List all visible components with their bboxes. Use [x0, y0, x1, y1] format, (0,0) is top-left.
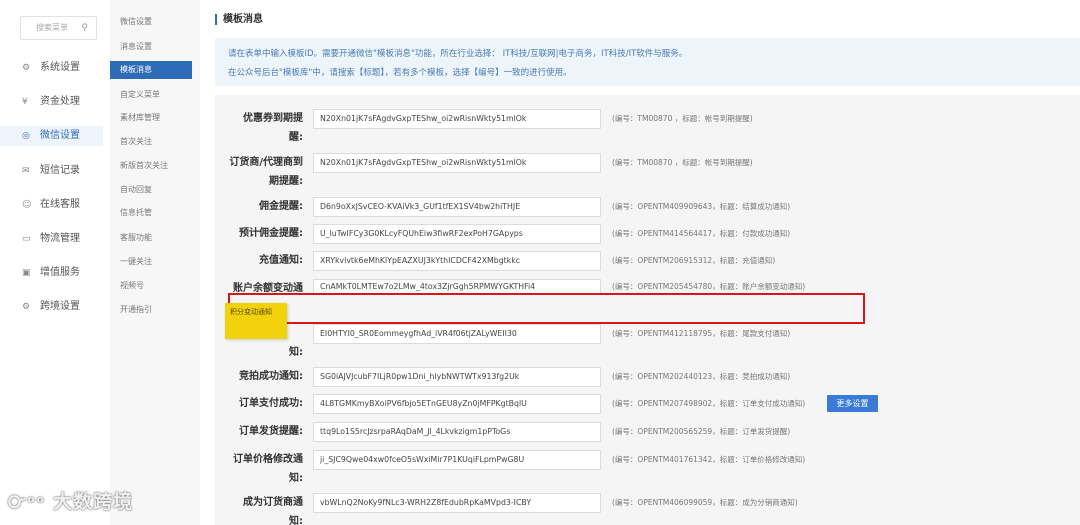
- sidebar-item-value-added[interactable]: ▣ 增值服务: [0, 263, 103, 283]
- sidebar-item-label: 增值服务: [40, 267, 80, 278]
- subnav-item[interactable]: 消息设置: [110, 38, 192, 56]
- search-icon: ⚲: [81, 23, 88, 33]
- template-id-input[interactable]: ttq9Lo1S5rcJzsrpaRAqDaM_Jl_4Lkvkzigm1pPT…: [313, 422, 601, 442]
- subnav-item[interactable]: 自定义菜单: [110, 86, 192, 104]
- field-label: 预计佣金提醒:: [239, 228, 303, 239]
- subnav-item[interactable]: 微信设置: [110, 13, 192, 31]
- field-label: 佣金提醒:: [259, 201, 303, 212]
- field-label: 优惠券到期提 醒:: [243, 113, 303, 143]
- sidebar-item-logistics[interactable]: ▭ 物流管理: [0, 229, 103, 249]
- sidebar-item-label: 资金处理: [40, 96, 80, 107]
- gear-icon: ⚙: [22, 302, 31, 312]
- yen-icon: ¥: [22, 97, 28, 107]
- field-label: 充值通知:: [259, 255, 303, 266]
- template-form: 优惠券到期提 醒: N20Xn01jK7sFAgdvGxpTEShw_oi2wRi…: [215, 95, 1080, 525]
- sidebar-item-label: 物流管理: [40, 233, 80, 244]
- subnav-item[interactable]: 客服功能: [110, 229, 192, 247]
- sidebar-item-service[interactable]: ☺ 在线客服: [0, 195, 103, 215]
- more-settings-button[interactable]: 更多设置: [827, 395, 878, 412]
- template-note: (编号：OPENTM406099059，标题：成为分销商通知): [612, 498, 798, 507]
- subnav-item[interactable]: 视频号: [110, 277, 192, 295]
- sidebar-item-label: 跨境设置: [40, 301, 80, 312]
- field-label: 竞拍成功通知:: [239, 371, 303, 382]
- subnav-item[interactable]: 首次关注: [110, 133, 192, 151]
- template-note: (编号：OPENTM202440123，标题：竞拍成功通知): [612, 372, 791, 381]
- template-id-input[interactable]: U_luTwIFCy3G0KLcyFQUhEiw3fiwRF2exPoH7GAp…: [313, 224, 601, 244]
- sidebar-item-crossborder[interactable]: ⚙ 跨境设置: [0, 297, 103, 317]
- field-label: 订单发货提醒:: [239, 426, 303, 437]
- points-change-tag: 积分变动通知: [225, 303, 287, 339]
- template-id-input[interactable]: EI0HTYI0_SR0EommeygfhAd_iVR4f06tjZALyWEI…: [313, 324, 601, 344]
- field-label: 订单价格修改通 知:: [233, 454, 303, 484]
- field-label: 订货商/代理商到 期提醒:: [229, 157, 303, 187]
- template-note: (编号：OPENTM200565259，标题：订单发货提醒): [612, 427, 791, 436]
- wechat-icon: ◎: [22, 131, 30, 141]
- logo-icon: Ꮕᵒᵒ: [8, 493, 46, 513]
- subnav-item[interactable]: 信息托管: [110, 204, 192, 222]
- subnav-item[interactable]: 一键关注: [110, 253, 192, 271]
- template-id-input[interactable]: N20Xn01jK7sFAgdvGxpTEShw_oi2wRisnWkty51m…: [313, 109, 601, 129]
- template-note: (编号：OPENTM414564417，标题：付款成功通知): [612, 229, 791, 238]
- field-label: 成为订货商通 知:: [243, 497, 303, 525]
- notice-line: 请在表单中输入模板ID。需要开通微信"模板消息"功能，所在行业选择： IT科技/…: [228, 49, 688, 59]
- subnav-item[interactable]: 开通指引: [110, 301, 192, 319]
- subnav-item[interactable]: 自动回复: [110, 181, 192, 199]
- sidebar-item-system[interactable]: ⚙ 系统设置: [0, 58, 103, 78]
- search-placeholder: 搜索菜单: [36, 23, 68, 32]
- sidebar-item-funds[interactable]: ¥ 资金处理: [0, 92, 103, 112]
- truck-icon: ▭: [22, 234, 31, 244]
- headset-icon: ☺: [22, 200, 32, 210]
- watermark-text: 大数跨境: [53, 491, 134, 513]
- template-id-input[interactable]: vbWLnQ2NoKy9fNLc3-WRH2Z8fEdubRpKaMVpd3-I…: [313, 493, 601, 513]
- subnav-item-template-message[interactable]: 模板消息: [110, 61, 192, 79]
- template-note: (编号：OPENTM206915312，标题：充值通知): [612, 256, 776, 265]
- sidebar-item-label: 系统设置: [40, 62, 80, 73]
- notice-line: 在公众号后台"模板库"中，请搜索【标题】，若有多个模板，选择【编号】一致的进行使…: [228, 68, 572, 78]
- field-label: 订单支付成功:: [239, 398, 303, 409]
- gear-icon: ⚙: [22, 63, 31, 73]
- watermark-logo: Ꮕᵒᵒ 大数跨境: [8, 487, 133, 514]
- template-note: (编号：OPENTM412118795，标题：尾款支付通知): [612, 329, 791, 338]
- box-icon: ▣: [22, 268, 31, 278]
- sub-sidebar: 微信设置 消息设置 模板消息 自定义菜单 素材库管理 首次关注 新版首次关注 自…: [110, 0, 200, 525]
- template-id-input[interactable]: SG0iAJVJcubF7ILjR0pw1Dni_hlybNWTWTx913fg…: [313, 367, 601, 387]
- sidebar-item-wechat[interactable]: ◎ 微信设置: [0, 126, 103, 146]
- main-sidebar: 搜索菜单 ⚲ ⚙ 系统设置 ¥ 资金处理 ◎ 微信设置 ✉ 短信记录 ☺ 在线客服 ▭ 物流…: [0, 0, 103, 525]
- sidebar-item-label: 微信设置: [40, 130, 80, 141]
- highlight-annotation: [228, 293, 865, 324]
- subnav-item[interactable]: 新版首次关注: [110, 157, 192, 175]
- page-title: 模板消息: [215, 14, 263, 25]
- template-id-input[interactable]: D6n9oXxJSvCEO-KVAiVk3_GUf1tfEX1SV4bw2hiT…: [313, 197, 601, 217]
- template-note: (编号：OPENTM207498902，标题：订单支付成功通知): [612, 399, 806, 408]
- template-note: (编号：TM00870 ，标题：帐号到期提醒): [612, 158, 753, 167]
- sidebar-item-label: 短信记录: [40, 165, 80, 176]
- subnav-item[interactable]: 素材库管理: [110, 109, 192, 127]
- sidebar-item-label: 在线客服: [40, 199, 80, 210]
- sidebar-item-sms[interactable]: ✉ 短信记录: [0, 161, 103, 181]
- template-note: (编号：TM00870 ，标题：帐号到期提醒): [612, 114, 753, 123]
- template-id-input[interactable]: 4L8TGMKmyBXoiPV6fbjo5ETnGEU8yZn0jMFPKgtB…: [313, 394, 601, 414]
- template-id-input[interactable]: N20Xn01jK7sFAgdvGxpTEShw_oi2wRisnWkty51m…: [313, 153, 601, 173]
- mail-icon: ✉: [22, 166, 30, 176]
- template-id-input[interactable]: XRYkvlvtk6eMhKlYpEAZXUJ3kYthICDCF42XMbgt…: [313, 251, 601, 271]
- main-content: 模板消息 请在表单中输入模板ID。需要开通微信"模板消息"功能，所在行业选择： …: [215, 0, 1080, 525]
- field-label: 知:: [289, 347, 303, 358]
- notice-banner: 请在表单中输入模板ID。需要开通微信"模板消息"功能，所在行业选择： IT科技/…: [215, 38, 1080, 86]
- template-id-input[interactable]: ji_SJC9Qwe04xw0fceO5sWxiMir7P1KUqiFLpmPw…: [313, 450, 601, 470]
- menu-search-input[interactable]: 搜索菜单 ⚲: [20, 16, 97, 40]
- template-note: (编号：OPENTM401761342，标题：订单价格修改通知): [612, 455, 806, 464]
- template-note: (编号：OPENTM409909643，标题：结算成功通知): [612, 202, 791, 211]
